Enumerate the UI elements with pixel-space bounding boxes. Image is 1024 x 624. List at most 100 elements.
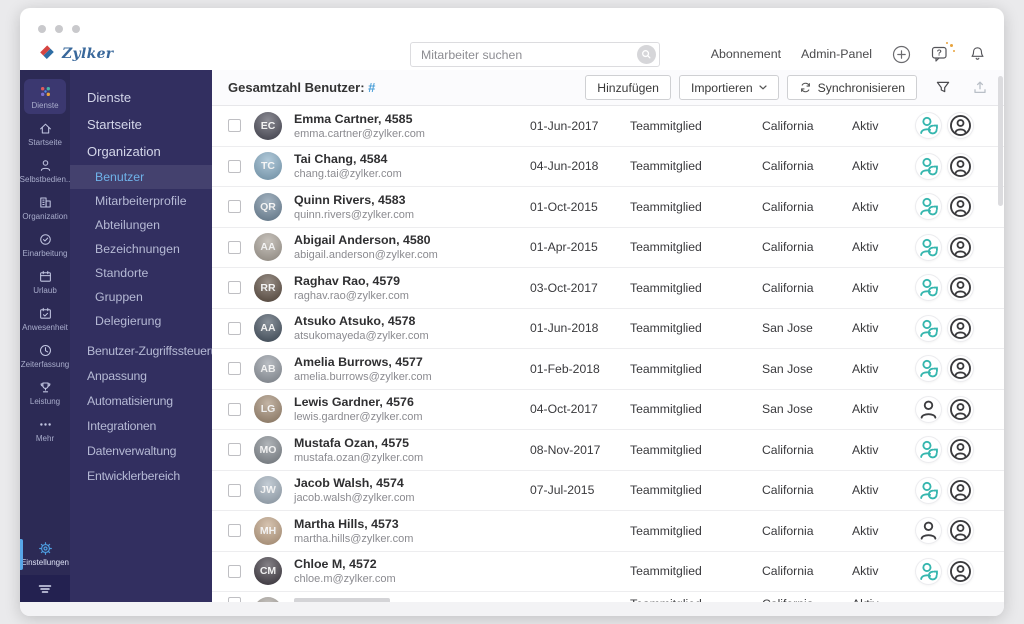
user-profile-icon[interactable] xyxy=(948,356,973,382)
user-location: California xyxy=(762,523,814,538)
search-icon[interactable] xyxy=(637,45,656,64)
window-close-button[interactable] xyxy=(38,25,46,33)
user-profile-icon[interactable] xyxy=(948,518,973,544)
row-checkbox[interactable] xyxy=(228,564,241,578)
user-identity[interactable]: Emma Cartner, 4585 emma.cartner@zylker.co… xyxy=(294,111,530,141)
reinvite-user-icon[interactable] xyxy=(916,518,941,544)
reinvite-user-icon[interactable] xyxy=(916,153,941,179)
sidebar-item-delegierung[interactable]: Delegierung xyxy=(70,309,212,333)
sidebar-item-organization[interactable]: Organization xyxy=(70,138,212,165)
table-row: MH Martha Hills, 4573 martha.hills@zylker.… xyxy=(212,511,1004,552)
user-identity[interactable]: Atsuko Atsuko, 4578 atsukomayeda@zylker.c… xyxy=(294,313,530,343)
row-checkbox[interactable] xyxy=(228,321,241,335)
user-profile-icon[interactable] xyxy=(948,234,973,260)
user-identity[interactable]: Raghav Rao, 4579 raghav.rao@zylker.com xyxy=(294,273,530,303)
row-checkbox[interactable] xyxy=(228,483,241,497)
rail-item-einarbeitung[interactable]: Einarbeitung xyxy=(23,227,67,262)
sidebar-item-entwicklerbereich[interactable]: Entwicklerbereich xyxy=(70,463,212,488)
row-checkbox[interactable] xyxy=(228,362,241,376)
sidebar-item-abteilungen[interactable]: Abteilungen xyxy=(70,213,212,237)
user-profile-icon[interactable] xyxy=(948,558,973,584)
rail-item-zeiterfassung[interactable]: Zeiterfassung xyxy=(21,338,69,373)
user-identity[interactable]: Martha Hills, 4573 martha.hills@zylker.co… xyxy=(294,516,530,546)
sidebar-item-integrationen[interactable]: Integrationen xyxy=(70,413,212,438)
user-profile-icon[interactable] xyxy=(948,437,973,463)
row-checkbox[interactable] xyxy=(228,200,241,214)
filter-icon[interactable] xyxy=(935,80,951,95)
table-row: LG Lewis Gardner, 4576 lewis.gardner@zylke… xyxy=(212,390,1004,430)
rail-item-anwesenheit[interactable]: Anwesenheit xyxy=(22,301,68,336)
user-role: Teammitglied xyxy=(630,442,702,457)
sidebar-item-anpassung[interactable]: Anpassung xyxy=(70,363,212,388)
rail-item-urlaub[interactable]: Urlaub xyxy=(24,264,66,299)
row-checkbox[interactable] xyxy=(228,240,241,254)
add-button[interactable]: Hinzufügen xyxy=(585,75,671,100)
window-minimize-button[interactable] xyxy=(55,25,63,33)
sidebar-item-benutzer[interactable]: Benutzer xyxy=(70,165,212,189)
collapse-menu-icon[interactable] xyxy=(20,575,70,602)
user-identity[interactable]: Tai Chang, 4584 chang.tai@zylker.com xyxy=(294,151,530,181)
sidebar-item-automatisierung[interactable]: Automatisierung xyxy=(70,388,212,413)
zylker-logo[interactable]: Zylker xyxy=(38,43,113,66)
reinvite-user-icon[interactable] xyxy=(916,437,941,463)
bell-icon[interactable] xyxy=(969,45,986,63)
rail-item-startseite[interactable]: Startseite xyxy=(24,116,66,151)
reinvite-user-icon[interactable] xyxy=(916,113,941,139)
sidebar-item-mitarbeiterprofile[interactable]: Mitarbeiterprofile xyxy=(70,189,212,213)
sidebar-item-dienste[interactable]: Dienste xyxy=(70,84,212,111)
user-profile-icon[interactable] xyxy=(948,396,973,422)
rail-item-selbstbedien[interactable]: Selbstbedien.. xyxy=(20,153,70,188)
sidebar-item-bezeichnungen[interactable]: Bezeichnungen xyxy=(70,237,212,261)
sync-button[interactable]: Synchronisieren xyxy=(786,75,917,100)
user-identity[interactable]: Mustafa Ozan, 4575 mustafa.ozan@zylker.co… xyxy=(294,435,530,465)
rail-item-mehr[interactable]: Mehr xyxy=(24,412,66,447)
reinvite-user-icon[interactable] xyxy=(916,396,941,422)
rail-item-leistung[interactable]: Leistung xyxy=(24,375,66,410)
reinvite-user-icon[interactable] xyxy=(916,558,941,584)
user-profile-icon[interactable] xyxy=(948,477,973,503)
user-profile-icon[interactable] xyxy=(948,315,973,341)
user-identity[interactable]: Jacob Walsh, 4574 jacob.walsh@zylker.com xyxy=(294,475,530,505)
user-identity[interactable]: Amelia Burrows, 4577 amelia.burrows@zylke… xyxy=(294,354,530,384)
rail-item-organization[interactable]: Organization xyxy=(22,190,68,225)
user-profile-icon[interactable] xyxy=(948,153,973,179)
reinvite-user-icon[interactable] xyxy=(916,234,941,260)
sidebar-item-benutzer-zugriffssteuerung[interactable]: Benutzer-Zugriffssteuerung xyxy=(70,338,212,363)
total-users-label: Gesamtzahl Benutzer: # xyxy=(228,80,376,95)
row-checkbox[interactable] xyxy=(228,524,241,538)
user-identity[interactable]: Lewis Gardner, 4576 lewis.gardner@zylker.… xyxy=(294,394,530,424)
help-bubble-icon[interactable]: ? xyxy=(931,41,955,63)
row-checkbox[interactable] xyxy=(228,159,241,173)
rail-item-dienste[interactable]: Dienste xyxy=(24,79,66,114)
reinvite-user-icon[interactable] xyxy=(916,315,941,341)
user-identity[interactable]: Abigail Anderson, 4580 abigail.anderson@z… xyxy=(294,232,530,262)
subscription-link[interactable]: Abonnement xyxy=(711,47,781,61)
sidebar-item-gruppen[interactable]: Gruppen xyxy=(70,285,212,309)
window-maximize-button[interactable] xyxy=(72,25,80,33)
user-profile-icon[interactable] xyxy=(948,194,973,220)
row-checkbox[interactable] xyxy=(228,443,241,457)
row-checkbox[interactable] xyxy=(228,119,241,133)
sidebar-item-startseite[interactable]: Startseite xyxy=(70,111,212,138)
user-profile-icon[interactable] xyxy=(948,275,973,301)
sidebar-item-standorte[interactable]: Standorte xyxy=(70,261,212,285)
icon-rail: Dienste Startseite Selbstbedien.. Organizat… xyxy=(20,70,70,602)
plus-circle-icon[interactable] xyxy=(892,45,911,64)
import-button[interactable]: Importieren xyxy=(678,75,779,100)
reinvite-user-icon[interactable] xyxy=(916,194,941,220)
admin-panel-link[interactable]: Admin-Panel xyxy=(801,47,872,61)
search-input[interactable] xyxy=(411,47,637,62)
scrollbar[interactable] xyxy=(998,76,1003,206)
top-bar: Zylker Abonnement Admin-Panel xyxy=(20,38,1004,70)
export-icon[interactable] xyxy=(972,80,988,95)
reinvite-user-icon[interactable] xyxy=(916,477,941,503)
rail-item-einstellungen[interactable]: Einstellungen xyxy=(20,534,70,575)
sidebar-item-datenverwaltung[interactable]: Datenverwaltung xyxy=(70,438,212,463)
row-checkbox[interactable] xyxy=(228,281,241,295)
user-identity[interactable]: Quinn Rivers, 4583 quinn.rivers@zylker.co… xyxy=(294,192,530,222)
row-checkbox[interactable] xyxy=(228,402,241,416)
user-identity[interactable]: Chloe M, 4572 chloe.m@zylker.com xyxy=(294,556,530,586)
reinvite-user-icon[interactable] xyxy=(916,356,941,382)
reinvite-user-icon[interactable] xyxy=(916,275,941,301)
user-profile-icon[interactable] xyxy=(948,113,973,139)
